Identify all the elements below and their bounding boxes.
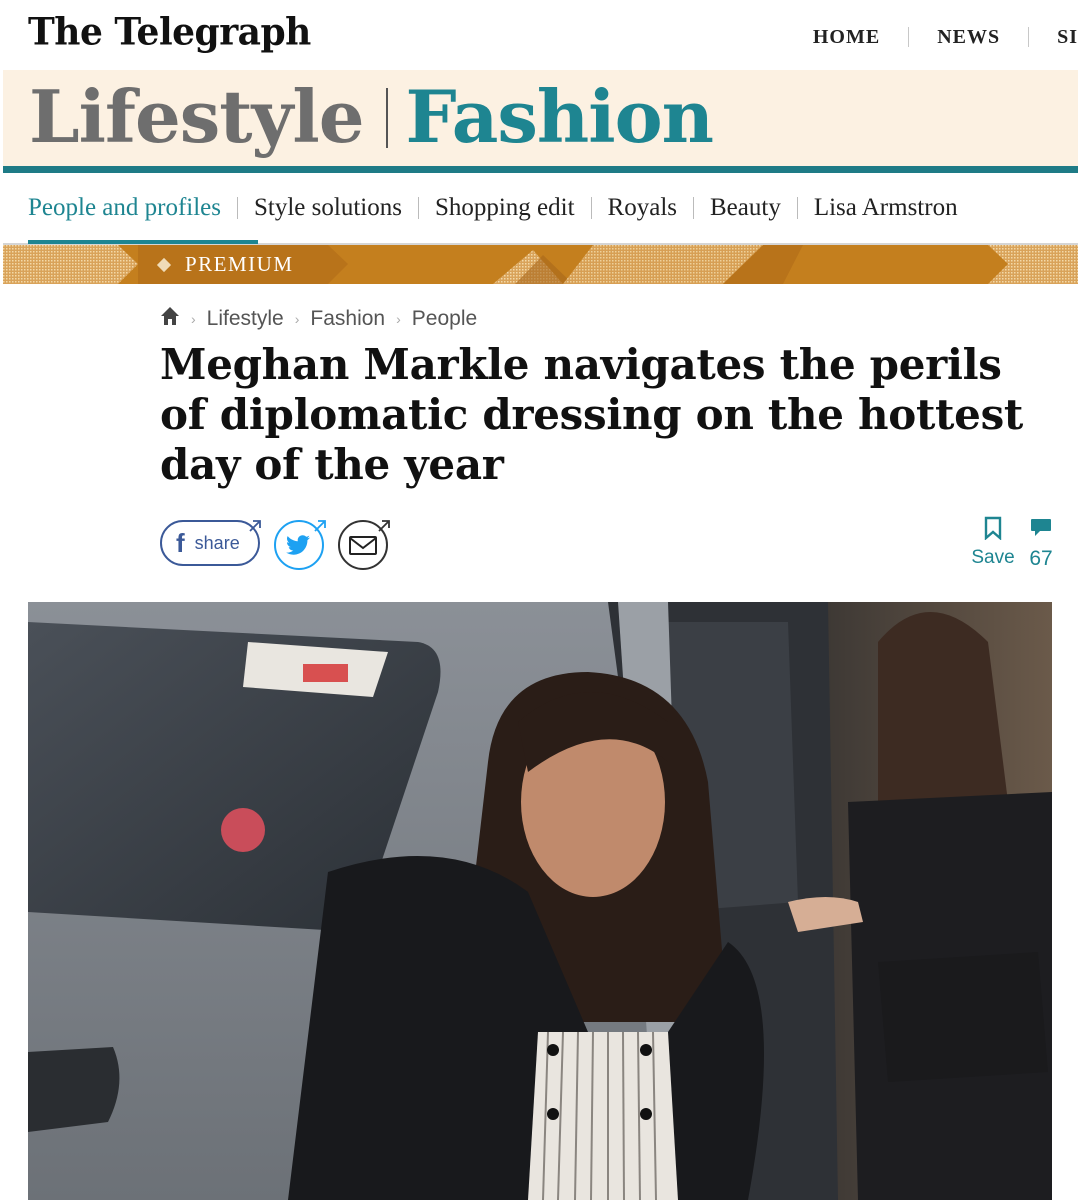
chevron-right-icon: › bbox=[294, 311, 300, 327]
save-label: Save bbox=[971, 547, 1015, 568]
subnav-style-solutions[interactable]: Style solutions bbox=[254, 194, 402, 222]
chevron-right-icon: › bbox=[396, 311, 401, 327]
subnav-lisa-armstrong[interactable]: Lisa Armstron bbox=[814, 194, 958, 222]
article-headline: Meghan Markle navigates the perils of di… bbox=[160, 340, 1024, 489]
nav-sport[interactable]: SI bbox=[1029, 26, 1078, 49]
breadcrumb-people[interactable]: People bbox=[412, 307, 477, 331]
breadcrumb-fashion[interactable]: Fashion bbox=[310, 307, 385, 331]
hero-image[interactable] bbox=[28, 602, 1052, 1200]
comments-button[interactable]: 67 bbox=[1024, 516, 1058, 571]
subnav-royals[interactable]: Royals bbox=[608, 194, 677, 222]
subnav-beauty[interactable]: Beauty bbox=[710, 194, 781, 222]
nav-news[interactable]: NEWS bbox=[909, 26, 1028, 49]
home-icon[interactable] bbox=[160, 306, 180, 332]
breadcrumb: › Lifestyle › Fashion › People bbox=[160, 306, 477, 332]
subnav-separator bbox=[237, 197, 239, 219]
external-arrow-icon bbox=[249, 520, 261, 532]
telegraph-logo[interactable]: The Telegraph bbox=[28, 10, 311, 54]
section-divider bbox=[385, 88, 388, 148]
subnav-shopping-edit[interactable]: Shopping edit bbox=[435, 194, 575, 222]
external-arrow-icon bbox=[314, 520, 326, 532]
facebook-share-label: share bbox=[194, 532, 240, 553]
top-nav: HOME NEWS SI bbox=[785, 24, 1078, 50]
masthead: The Telegraph HOME NEWS SI bbox=[0, 0, 1078, 70]
section-lifestyle[interactable]: Lifestyle bbox=[29, 74, 365, 159]
subnav-separator bbox=[590, 197, 592, 219]
subnav-active-indicator bbox=[28, 240, 258, 244]
subnav-people-and-profiles[interactable]: People and profiles bbox=[28, 194, 221, 222]
section-title: Lifestyle Fashion bbox=[29, 74, 714, 160]
bookmark-icon bbox=[984, 516, 1002, 541]
chevron-right-icon: › bbox=[191, 311, 196, 327]
facebook-icon: f bbox=[176, 527, 185, 558]
premium-banner: PREMIUM bbox=[3, 245, 1078, 284]
section-subnav: People and profiles Style solutions Shop… bbox=[28, 186, 958, 230]
section-rule bbox=[3, 166, 1078, 173]
subnav-separator bbox=[417, 197, 419, 219]
premium-text: PREMIUM bbox=[185, 252, 294, 276]
comment-count: 67 bbox=[1029, 547, 1053, 570]
breadcrumb-lifestyle[interactable]: Lifestyle bbox=[207, 307, 284, 331]
save-button[interactable]: Save bbox=[968, 516, 1018, 569]
external-arrow-icon bbox=[378, 520, 390, 532]
section-fashion[interactable]: Fashion bbox=[406, 74, 714, 159]
hero-photo bbox=[28, 602, 1052, 1200]
subnav-separator bbox=[693, 197, 694, 219]
facebook-share-button[interactable]: f share bbox=[160, 520, 260, 566]
section-banner: Lifestyle Fashion bbox=[3, 70, 1078, 166]
subnav-separator bbox=[796, 197, 798, 219]
premium-label: PREMIUM bbox=[156, 252, 294, 277]
comment-icon bbox=[1031, 519, 1051, 536]
nav-home[interactable]: HOME bbox=[785, 26, 908, 49]
diamond-icon bbox=[156, 257, 172, 272]
